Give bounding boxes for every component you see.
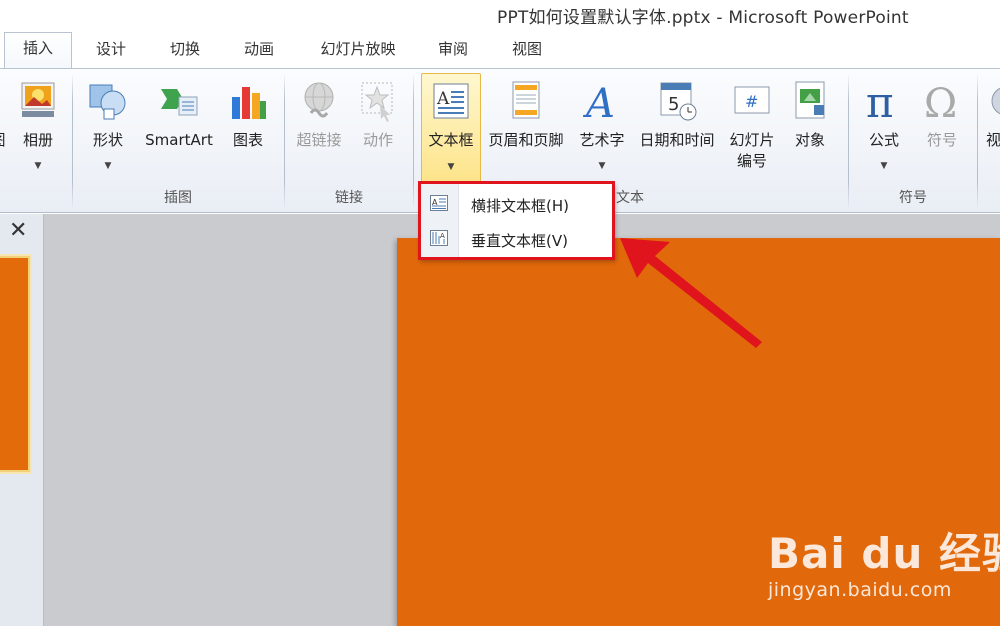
pi-icon: π	[866, 79, 894, 123]
smartart-label: SmartArt	[145, 131, 213, 149]
tab-insert[interactable]: 插入	[4, 32, 72, 69]
slide-thumbnail-panel: ✕	[0, 214, 44, 626]
action-star-icon	[361, 82, 393, 122]
horizontal-textbox-icon: A	[430, 195, 448, 211]
symbol-label: 符号	[926, 131, 957, 149]
album-caret-icon: ▼	[34, 161, 42, 171]
bar-chart-icon	[232, 87, 266, 119]
symbol-button[interactable]: Ω 符号	[916, 73, 968, 181]
group-separator	[413, 73, 414, 209]
object-label: 对象	[794, 131, 825, 149]
tab-animations[interactable]: 动画	[234, 36, 284, 68]
svg-text:#: #	[745, 92, 758, 111]
header-footer-button[interactable]: 页眉和页脚	[483, 73, 569, 181]
tab-view[interactable]: 视图	[502, 36, 552, 68]
wordart-caret-icon: ▼	[598, 161, 606, 171]
tab-design[interactable]: 设计	[86, 36, 136, 68]
menu-item-vertical-textbox[interactable]: A 垂直文本框(V)	[419, 222, 613, 256]
header-footer-icon	[512, 81, 540, 119]
menu-item-horizontal-textbox[interactable]: A 横排文本框(H)	[419, 187, 613, 221]
annotation-arrow-icon	[620, 238, 762, 348]
equation-caret-icon: ▼	[880, 161, 888, 171]
wordart-icon: A	[582, 81, 615, 123]
textbox-caret-icon: ▼	[447, 162, 455, 172]
datetime-label: 日期和时间	[639, 131, 715, 149]
wordart-label: 艺术字	[579, 131, 625, 149]
svg-text:A: A	[436, 89, 450, 109]
shapes-label: 形状	[92, 131, 123, 149]
datetime-button[interactable]: 5 日期和时间	[633, 73, 721, 181]
smartart-button[interactable]: SmartArt	[140, 73, 218, 181]
svg-text:Ω: Ω	[924, 81, 957, 123]
object-icon	[795, 81, 825, 119]
shapes-icon	[89, 84, 126, 120]
album-button[interactable]: 相册 ▼	[12, 73, 64, 181]
slide-thumbnail[interactable]	[0, 256, 30, 472]
partial-right-button[interactable]: 视	[986, 73, 1000, 181]
omega-icon: Ω	[924, 81, 957, 123]
equation-button[interactable]: π 公式 ▼	[858, 73, 910, 181]
window-title: PPT如何设置默认字体.pptx - Microsoft PowerPoint	[497, 8, 909, 28]
tab-review[interactable]: 审阅	[428, 36, 478, 68]
group-label-symbols: 符号	[899, 190, 927, 206]
partial-right-label: 视	[986, 131, 1000, 149]
vertical-textbox-icon: A	[430, 230, 448, 246]
close-panel-icon[interactable]: ✕	[9, 220, 27, 242]
header-footer-label: 页眉和页脚	[488, 131, 564, 149]
chart-label: 图表	[232, 131, 263, 149]
group-separator	[977, 73, 978, 209]
slide-number-icon: #	[734, 86, 770, 114]
svg-text:A: A	[440, 232, 445, 240]
group-label-links: 链接	[335, 190, 363, 206]
hyperlink-button[interactable]: 超链接	[290, 73, 348, 181]
watermark-logo: Bai du 经验	[768, 529, 1000, 578]
action-label: 动作	[362, 131, 393, 149]
album-label: 相册	[22, 131, 53, 149]
slide-number-label-line2: 编号	[736, 152, 767, 170]
tab-transitions[interactable]: 切换	[160, 36, 210, 68]
shapes-caret-icon: ▼	[104, 161, 112, 171]
album-icon	[21, 82, 55, 117]
slide-number-label-line1: 幻灯片	[729, 131, 775, 149]
ribbon-tabs: 插入 设计 切换 动画 幻灯片放映 审阅 视图	[0, 30, 1000, 69]
slide-number-button[interactable]: # 幻灯片 编号	[723, 73, 781, 181]
vertical-textbox-label: 垂直文本框(V)	[471, 232, 568, 250]
hyperlink-label: 超链接	[296, 131, 342, 149]
partial-left-label: 图	[0, 130, 10, 151]
calendar-icon: 5	[660, 82, 697, 121]
globe-link-icon	[304, 82, 334, 118]
svg-text:A: A	[582, 81, 615, 123]
chart-button[interactable]: 图表	[222, 73, 274, 181]
textbox-dropdown-menu: A 横排文本框(H) A 垂直文本框(V)	[418, 182, 614, 259]
svg-text:π: π	[866, 79, 894, 123]
group-label-illustrations: 插图	[164, 190, 192, 206]
textbox-button[interactable]: A 文本框 ▼	[421, 73, 481, 183]
equation-label: 公式	[868, 131, 899, 149]
media-icon	[991, 87, 1000, 115]
slide-number-label: 幻灯片 编号	[723, 130, 781, 172]
svg-text:5: 5	[668, 94, 679, 115]
textbox-label: 文本框	[428, 131, 474, 149]
watermark-url: jingyan.baidu.com	[768, 579, 952, 601]
textbox-icon: A	[433, 83, 469, 119]
action-button[interactable]: 动作	[352, 73, 404, 181]
object-button[interactable]: 对象	[784, 73, 836, 181]
partial-left-button[interactable]: 图	[0, 73, 10, 181]
horizontal-textbox-label: 横排文本框(H)	[471, 197, 569, 215]
title-bar: PPT如何设置默认字体.pptx - Microsoft PowerPoint	[0, 0, 1000, 30]
shapes-button[interactable]: 形状 ▼	[82, 73, 134, 181]
wordart-button[interactable]: A 艺术字 ▼	[573, 73, 631, 181]
tab-slideshow[interactable]: 幻灯片放映	[308, 36, 408, 68]
smartart-icon	[161, 89, 198, 116]
